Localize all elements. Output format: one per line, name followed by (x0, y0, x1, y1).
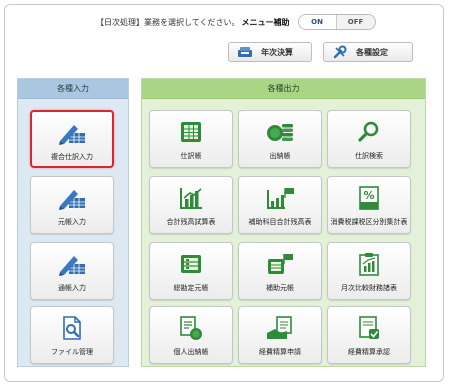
tile-monthly-comparison[interactable]: 月次比較財務諸表 (327, 242, 411, 300)
settings-label: 各種設定 (356, 47, 388, 57)
magnifier-icon (354, 119, 384, 145)
expense-approve-icon (354, 315, 384, 341)
tile-file-management[interactable]: ファイル管理 (30, 306, 114, 364)
toggle-off-button[interactable]: OFF (336, 15, 375, 29)
tile-label: 元帳入力 (58, 218, 86, 226)
tile-general-ledger[interactable]: 総勘定元帳 (149, 242, 233, 300)
tile-label: 月次比較財務諸表 (341, 284, 397, 292)
pen-ledger-icon (57, 120, 87, 146)
tile-label: 消費税課税区分別集計表 (330, 218, 408, 226)
expense-request-icon (265, 315, 295, 341)
instruction-bar: 【日次処理】業務を選択してください。 メニュー補助 ON OFF (96, 14, 376, 30)
settings-button[interactable]: 各種設定 (323, 42, 413, 62)
year-end-button[interactable]: 年次決算 (228, 42, 312, 62)
tile-expense-approval[interactable]: 経費精算承認 (327, 306, 411, 364)
tile-sub-ledger[interactable]: 補助元帳 (238, 242, 322, 300)
tile-sub-account-balance[interactable]: 補助科目合計残高表 (238, 176, 322, 234)
tools-icon (332, 45, 348, 59)
menu-help-toggle[interactable]: ON OFF (297, 14, 376, 30)
pen-ledger-icon (57, 251, 87, 277)
output-panel-title: 各種出力 (142, 79, 425, 99)
input-panel-title: 各種入力 (18, 79, 128, 99)
tile-expense-request[interactable]: 経費精算申請 (238, 306, 322, 364)
tile-label: 合計残高試算表 (166, 218, 216, 226)
menu-help-label: メニュー補助 (241, 17, 290, 27)
tile-journal-search[interactable]: 仕訳検索 (327, 110, 411, 168)
sub-chart-icon (265, 185, 295, 211)
sub-ledger-icon (265, 251, 295, 277)
tile-label: 出納帳 (269, 152, 291, 160)
tile-label: 補助元帳 (266, 284, 294, 292)
coin-stack-icon (265, 119, 295, 145)
tile-label: 補助科目合計残高表 (248, 218, 312, 226)
percent-icon: % (354, 185, 384, 211)
bar-chart-icon (176, 185, 206, 211)
pen-ledger-icon (57, 185, 87, 211)
tile-label: 経費精算承認 (348, 348, 390, 356)
personal-cashbook-icon (176, 315, 206, 341)
tile-consumption-tax-summary[interactable]: % 消費税課税区分別集計表 (327, 176, 411, 234)
tile-ledger-entry[interactable]: 元帳入力 (30, 176, 114, 234)
tile-label: 仕訳帳 (180, 152, 202, 160)
toggle-on-button[interactable]: ON (298, 15, 337, 29)
instruction-text: 【日次処理】業務を選択してください。 (96, 17, 240, 27)
tile-trial-balance[interactable]: 合計残高試算表 (149, 176, 233, 234)
tile-cashbook[interactable]: 出納帳 (238, 110, 322, 168)
year-end-icon (237, 45, 253, 59)
monthly-report-icon (354, 251, 384, 277)
tile-label: ファイル管理 (51, 348, 93, 356)
tile-journal[interactable]: 仕訳帳 (149, 110, 233, 168)
tile-label: 複合仕訳入力 (51, 153, 93, 161)
journal-sheet-icon (176, 119, 206, 145)
file-search-icon (57, 315, 87, 341)
tile-label: 通帳入力 (58, 284, 86, 292)
tile-label: 個人出納帳 (173, 348, 209, 356)
tile-compound-journal-entry[interactable]: 複合仕訳入力 (30, 110, 114, 168)
tile-passbook-entry[interactable]: 通帳入力 (30, 242, 114, 300)
ledger-book-icon (176, 251, 206, 277)
tile-personal-cashbook[interactable]: 個人出納帳 (149, 306, 233, 364)
tile-label: 経費精算申請 (259, 348, 301, 356)
tile-label: 総勘定元帳 (173, 284, 209, 292)
svg-text:%: % (363, 189, 374, 202)
year-end-label: 年次決算 (261, 47, 293, 57)
tile-label: 仕訳検索 (355, 152, 383, 160)
